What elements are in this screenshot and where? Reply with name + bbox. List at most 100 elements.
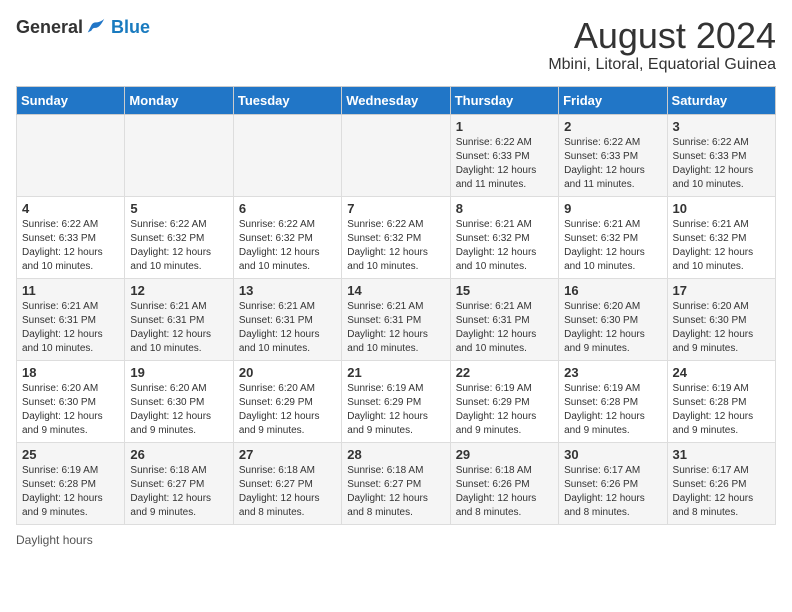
calendar-cell: 6Sunrise: 6:22 AM Sunset: 6:32 PM Daylig… — [233, 196, 341, 278]
header-day-monday: Monday — [125, 86, 233, 114]
day-detail: Sunrise: 6:19 AM Sunset: 6:29 PM Dayligh… — [456, 382, 553, 438]
title-area: August 2024 Mbini, Litoral, Equatorial G… — [548, 16, 776, 74]
calendar-cell — [342, 114, 450, 196]
day-number: 8 — [456, 201, 553, 216]
week-row-4: 25Sunrise: 6:19 AM Sunset: 6:28 PM Dayli… — [17, 442, 776, 524]
day-number: 18 — [22, 365, 119, 380]
day-detail: Sunrise: 6:19 AM Sunset: 6:29 PM Dayligh… — [347, 382, 444, 438]
calendar-cell — [17, 114, 125, 196]
header-day-wednesday: Wednesday — [342, 86, 450, 114]
day-number: 4 — [22, 201, 119, 216]
day-number: 11 — [22, 283, 119, 298]
calendar-cell: 9 Sunrise: 6:21 AM Sunset: 6:32 PM Daylig… — [559, 196, 667, 278]
day-detail: Sunrise: 6:21 AM Sunset: 6:31 PM Dayligh… — [456, 300, 553, 356]
calendar-cell: 26 Sunrise: 6:18 AM Sunset: 6:27 PM Dayli… — [125, 442, 233, 524]
day-number: 28 — [347, 447, 444, 462]
day-detail: Sunrise: 6:21 AM Sunset: 6:32 PM Dayligh… — [456, 218, 553, 274]
day-number: 27 — [239, 447, 336, 462]
day-number: 13 — [239, 283, 336, 298]
calendar-cell: 29 Sunrise: 6:18 AM Sunset: 6:26 PM Dayli… — [450, 442, 558, 524]
calendar-cell: 8 Sunrise: 6:21 AM Sunset: 6:32 PM Daylig… — [450, 196, 558, 278]
day-detail: Sunrise: 6:21 AM Sunset: 6:32 PM Dayligh… — [673, 218, 770, 274]
calendar-cell: 20 Sunrise: 6:20 AM Sunset: 6:29 PM Dayli… — [233, 360, 341, 442]
day-number: 9 — [564, 201, 661, 216]
week-row-0: 1 Sunrise: 6:22 AM Sunset: 6:33 PM Daylig… — [17, 114, 776, 196]
calendar-cell: 3Sunrise: 6:22 AM Sunset: 6:33 PM Daylig… — [667, 114, 775, 196]
calendar-cell: 15 Sunrise: 6:21 AM Sunset: 6:31 PM Dayli… — [450, 278, 558, 360]
header-day-thursday: Thursday — [450, 86, 558, 114]
calendar-cell: 30Sunrise: 6:17 AM Sunset: 6:26 PM Dayli… — [559, 442, 667, 524]
calendar-cell: 23Sunrise: 6:19 AM Sunset: 6:28 PM Dayli… — [559, 360, 667, 442]
footer: Daylight hours — [16, 533, 776, 547]
subtitle: Mbini, Litoral, Equatorial Guinea — [548, 56, 776, 74]
logo-general: General — [16, 17, 83, 38]
calendar-cell: 31 Sunrise: 6:17 AM Sunset: 6:26 PM Dayli… — [667, 442, 775, 524]
header-day-sunday: Sunday — [17, 86, 125, 114]
logo-blue: Blue — [111, 17, 150, 38]
header-row: SundayMondayTuesdayWednesdayThursdayFrid… — [17, 86, 776, 114]
day-detail: Sunrise: 6:17 AM Sunset: 6:26 PM Dayligh… — [673, 464, 770, 520]
day-detail: Sunrise: 6:21 AM Sunset: 6:32 PM Dayligh… — [564, 218, 661, 274]
day-detail: Sunrise: 6:22 AM Sunset: 6:32 PM Dayligh… — [347, 218, 444, 274]
calendar-cell: 10 Sunrise: 6:21 AM Sunset: 6:32 PM Dayli… — [667, 196, 775, 278]
day-number: 21 — [347, 365, 444, 380]
day-detail: Sunrise: 6:22 AM Sunset: 6:33 PM Dayligh… — [564, 136, 661, 192]
day-number: 2 — [564, 119, 661, 134]
calendar-cell — [233, 114, 341, 196]
footer-text: Daylight hours — [16, 533, 93, 547]
day-detail: Sunrise: 6:20 AM Sunset: 6:29 PM Dayligh… — [239, 382, 336, 438]
day-detail: Sunrise: 6:21 AM Sunset: 6:31 PM Dayligh… — [239, 300, 336, 356]
calendar-cell: 19 Sunrise: 6:20 AM Sunset: 6:30 PM Dayli… — [125, 360, 233, 442]
logo: General Blue — [16, 16, 150, 38]
day-number: 7 — [347, 201, 444, 216]
day-number: 26 — [130, 447, 227, 462]
calendar-cell: 4 Sunrise: 6:22 AM Sunset: 6:33 PM Daylig… — [17, 196, 125, 278]
day-number: 1 — [456, 119, 553, 134]
day-number: 25 — [22, 447, 119, 462]
calendar-cell: 11 Sunrise: 6:21 AM Sunset: 6:31 PM Dayli… — [17, 278, 125, 360]
day-number: 14 — [347, 283, 444, 298]
day-detail: Sunrise: 6:20 AM Sunset: 6:30 PM Dayligh… — [673, 300, 770, 356]
day-number: 23 — [564, 365, 661, 380]
day-number: 15 — [456, 283, 553, 298]
day-number: 31 — [673, 447, 770, 462]
day-number: 20 — [239, 365, 336, 380]
calendar-cell: 1Sunrise: 6:22 AM Sunset: 6:33 PM Daylig… — [450, 114, 558, 196]
week-row-2: 11 Sunrise: 6:21 AM Sunset: 6:31 PM Dayli… — [17, 278, 776, 360]
calendar-cell: 18 Sunrise: 6:20 AM Sunset: 6:30 PM Dayli… — [17, 360, 125, 442]
day-detail: Sunrise: 6:18 AM Sunset: 6:27 PM Dayligh… — [130, 464, 227, 520]
calendar-cell: 5Sunrise: 6:22 AM Sunset: 6:32 PM Daylig… — [125, 196, 233, 278]
day-detail: Sunrise: 6:18 AM Sunset: 6:27 PM Dayligh… — [347, 464, 444, 520]
header-day-friday: Friday — [559, 86, 667, 114]
calendar-cell: 14Sunrise: 6:21 AM Sunset: 6:31 PM Dayli… — [342, 278, 450, 360]
day-detail: Sunrise: 6:22 AM Sunset: 6:33 PM Dayligh… — [673, 136, 770, 192]
calendar-cell: 22 Sunrise: 6:19 AM Sunset: 6:29 PM Dayli… — [450, 360, 558, 442]
day-number: 22 — [456, 365, 553, 380]
day-detail: Sunrise: 6:22 AM Sunset: 6:33 PM Dayligh… — [22, 218, 119, 274]
calendar-cell: 17Sunrise: 6:20 AM Sunset: 6:30 PM Dayli… — [667, 278, 775, 360]
day-detail: Sunrise: 6:20 AM Sunset: 6:30 PM Dayligh… — [564, 300, 661, 356]
day-detail: Sunrise: 6:18 AM Sunset: 6:27 PM Dayligh… — [239, 464, 336, 520]
day-number: 19 — [130, 365, 227, 380]
day-number: 16 — [564, 283, 661, 298]
calendar-cell: 25Sunrise: 6:19 AM Sunset: 6:28 PM Dayli… — [17, 442, 125, 524]
day-detail: Sunrise: 6:22 AM Sunset: 6:32 PM Dayligh… — [130, 218, 227, 274]
day-detail: Sunrise: 6:18 AM Sunset: 6:26 PM Dayligh… — [456, 464, 553, 520]
day-detail: Sunrise: 6:21 AM Sunset: 6:31 PM Dayligh… — [22, 300, 119, 356]
day-number: 24 — [673, 365, 770, 380]
day-detail: Sunrise: 6:21 AM Sunset: 6:31 PM Dayligh… — [130, 300, 227, 356]
header-day-saturday: Saturday — [667, 86, 775, 114]
calendar-cell: 12Sunrise: 6:21 AM Sunset: 6:31 PM Dayli… — [125, 278, 233, 360]
day-detail: Sunrise: 6:17 AM Sunset: 6:26 PM Dayligh… — [564, 464, 661, 520]
header-day-tuesday: Tuesday — [233, 86, 341, 114]
day-number: 10 — [673, 201, 770, 216]
calendar-cell: 16 Sunrise: 6:20 AM Sunset: 6:30 PM Dayli… — [559, 278, 667, 360]
day-number: 29 — [456, 447, 553, 462]
week-row-3: 18 Sunrise: 6:20 AM Sunset: 6:30 PM Dayli… — [17, 360, 776, 442]
calendar-table: SundayMondayTuesdayWednesdayThursdayFrid… — [16, 86, 776, 525]
week-row-1: 4 Sunrise: 6:22 AM Sunset: 6:33 PM Daylig… — [17, 196, 776, 278]
day-detail: Sunrise: 6:20 AM Sunset: 6:30 PM Dayligh… — [22, 382, 119, 438]
header: General Blue August 2024 Mbini, Litoral,… — [16, 16, 776, 74]
day-detail: Sunrise: 6:20 AM Sunset: 6:30 PM Dayligh… — [130, 382, 227, 438]
day-detail: Sunrise: 6:19 AM Sunset: 6:28 PM Dayligh… — [673, 382, 770, 438]
